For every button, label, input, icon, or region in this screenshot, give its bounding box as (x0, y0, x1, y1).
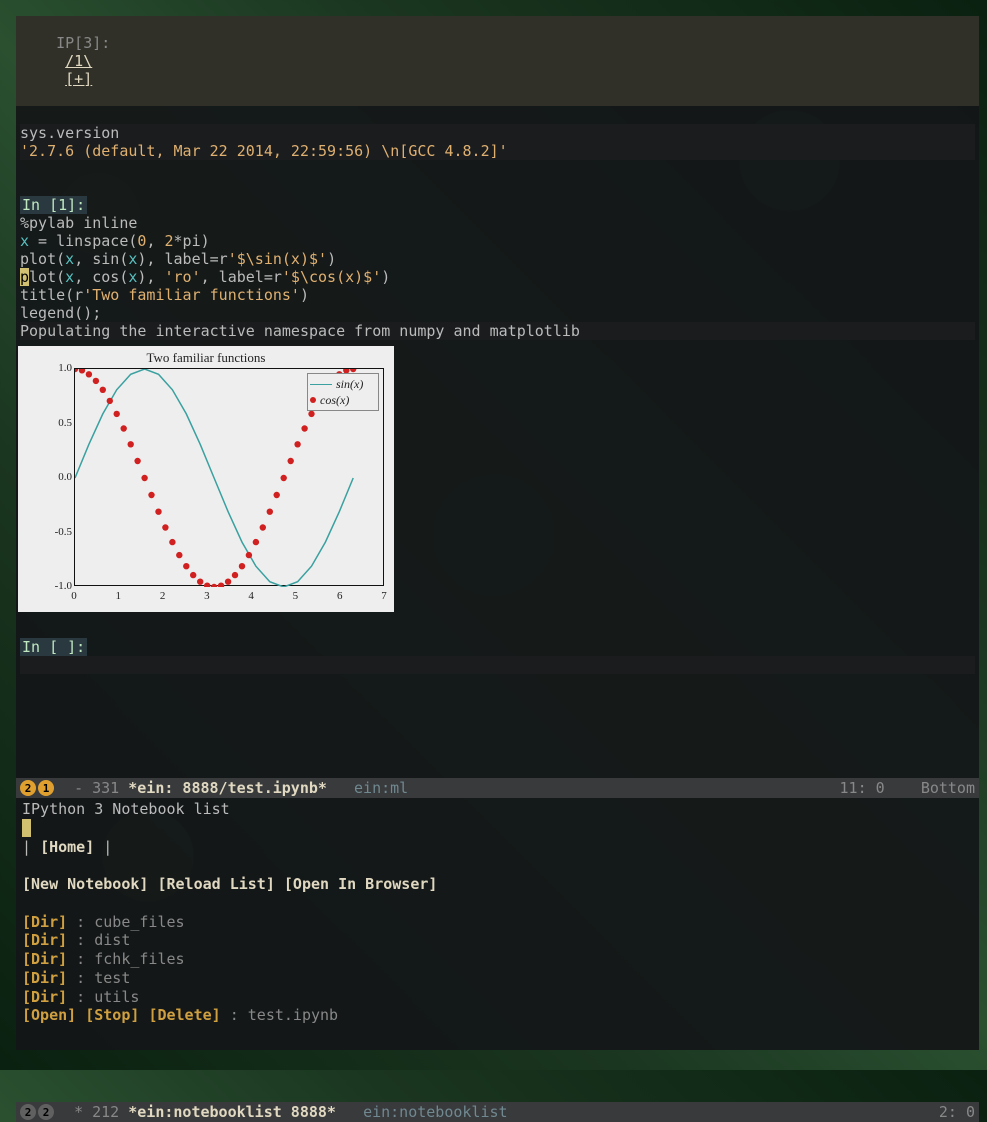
notebooklist-pane[interactable]: IPython 3 Notebook list | [Home] | [New … (16, 798, 979, 1102)
entry-name[interactable]: cube_files (94, 913, 184, 931)
xtick: 6 (334, 590, 346, 602)
workspace-badge: 2 (20, 1104, 36, 1120)
entry-name[interactable]: test (94, 969, 130, 987)
nblist-actions: [New Notebook] [Reload List] [Open In Br… (22, 875, 973, 894)
cell-prompt-empty: In [ ]: (20, 638, 87, 656)
ytick: 0.5 (42, 417, 72, 429)
text-cursor: p (20, 268, 29, 286)
xtick: 4 (245, 590, 257, 602)
open-in-browser-button[interactable]: [Open In Browser] (284, 875, 438, 893)
tab-current[interactable]: /1\ (65, 52, 92, 70)
entry-name[interactable]: fchk_files (94, 950, 184, 968)
legend-label: cos(x) (320, 393, 349, 408)
window-badge: 2 (38, 1104, 54, 1120)
nblist-title: IPython 3 Notebook list (22, 800, 973, 819)
buffer-id: IP[3]: (56, 34, 110, 52)
nblist-entry: [Dir] : dist (22, 931, 973, 950)
entry-action[interactable]: [Dir] (22, 950, 67, 968)
legend-label: sin(x) (336, 377, 363, 392)
line-num: 212 (92, 1103, 119, 1121)
code-line[interactable]: plot(x, cos(x), 'ro', label=r'$\cos(x)$'… (20, 268, 390, 286)
ytick: -0.5 (42, 526, 72, 538)
modeline-bottom: 2 2 * 212 *ein:notebooklist 8888* ein:no… (16, 1102, 979, 1122)
chart-legend: sin(x) cos(x) (307, 373, 379, 411)
line-col: 2: 0 (939, 1103, 975, 1121)
code-line[interactable]: %pylab inline (20, 214, 137, 232)
code-line[interactable]: legend(); (20, 304, 101, 322)
nblist-entry: [Open] [Stop] [Delete] : test.ipynb (22, 1006, 973, 1025)
buffer-name[interactable]: *ein: 8888/test.ipynb* (128, 779, 327, 797)
window-badge: 1 (38, 780, 54, 796)
matplotlib-output: Two familiar functions sin(x) cos(x) -1.… (18, 346, 394, 612)
scroll-pos: Bottom (921, 779, 975, 797)
entry-action[interactable]: [Dir] (22, 969, 67, 987)
tabline: IP[3]: /1\ [+] (16, 16, 979, 106)
xtick: 0 (68, 590, 80, 602)
line-col: 11: 0 (840, 779, 885, 797)
entry-name[interactable]: test.ipynb (248, 1006, 338, 1024)
cell-1-output: sys.version '2.7.6 (default, Mar 22 2014… (20, 124, 975, 160)
xtick: 5 (289, 590, 301, 602)
ytick: 1.0 (42, 362, 72, 374)
spacer (20, 178, 29, 196)
code-line[interactable]: plot(x, sin(x), label=r'$\sin(x)$') (20, 250, 336, 268)
code-line[interactable]: title(r'Two familiar functions') (20, 286, 309, 304)
code-line[interactable]: x = linspace(0, 2*pi) (20, 232, 210, 250)
buffer-name[interactable]: *ein:notebooklist 8888* (128, 1103, 336, 1121)
entry-action[interactable]: [Delete] (148, 1006, 220, 1024)
workspace-badge: 2 (20, 780, 36, 796)
cell-2-stdout: Populating the interactive namespace fro… (20, 322, 975, 340)
tab-add-button[interactable]: [+] (65, 70, 92, 88)
entry-action[interactable]: [Open] (22, 1006, 76, 1024)
home-link[interactable]: [Home] (40, 838, 94, 856)
entry-action[interactable]: [Stop] (85, 1006, 139, 1024)
nblist-entry: [Dir] : utils (22, 988, 973, 1007)
chart-title: Two familiar functions (18, 346, 394, 366)
xtick: 3 (201, 590, 213, 602)
cell-3-body[interactable] (20, 656, 975, 674)
xtick: 2 (157, 590, 169, 602)
xtick: 7 (378, 590, 390, 602)
entry-action[interactable]: [Dir] (22, 931, 67, 949)
entry-action[interactable]: [Dir] (22, 913, 67, 931)
line-num: 331 (92, 779, 119, 797)
major-mode: ein:notebooklist (363, 1103, 508, 1121)
reload-list-button[interactable]: [Reload List] (157, 875, 274, 893)
text-cursor (22, 819, 31, 837)
major-mode: ein:ml (354, 779, 408, 797)
nblist-entry: [Dir] : fchk_files (22, 950, 973, 969)
nblist-entry: [Dir] : cube_files (22, 913, 973, 932)
ytick: 0.0 (42, 471, 72, 483)
entry-name[interactable]: dist (94, 931, 130, 949)
chart-plot-area: sin(x) cos(x) (74, 368, 384, 586)
legend-dot-icon (310, 397, 316, 403)
legend-line-icon (310, 384, 332, 385)
entry-name[interactable]: utils (94, 988, 139, 1006)
entry-action[interactable]: [Dir] (22, 988, 67, 1006)
nblist-entry: [Dir] : test (22, 969, 973, 988)
new-notebook-button[interactable]: [New Notebook] (22, 875, 148, 893)
modeline-top: 2 1 - 331 *ein: 8888/test.ipynb* ein:ml … (16, 778, 979, 798)
notebook-pane[interactable]: sys.version '2.7.6 (default, Mar 22 2014… (16, 106, 979, 778)
xtick: 1 (112, 590, 124, 602)
cell-prompt: In [1]: (20, 196, 87, 214)
